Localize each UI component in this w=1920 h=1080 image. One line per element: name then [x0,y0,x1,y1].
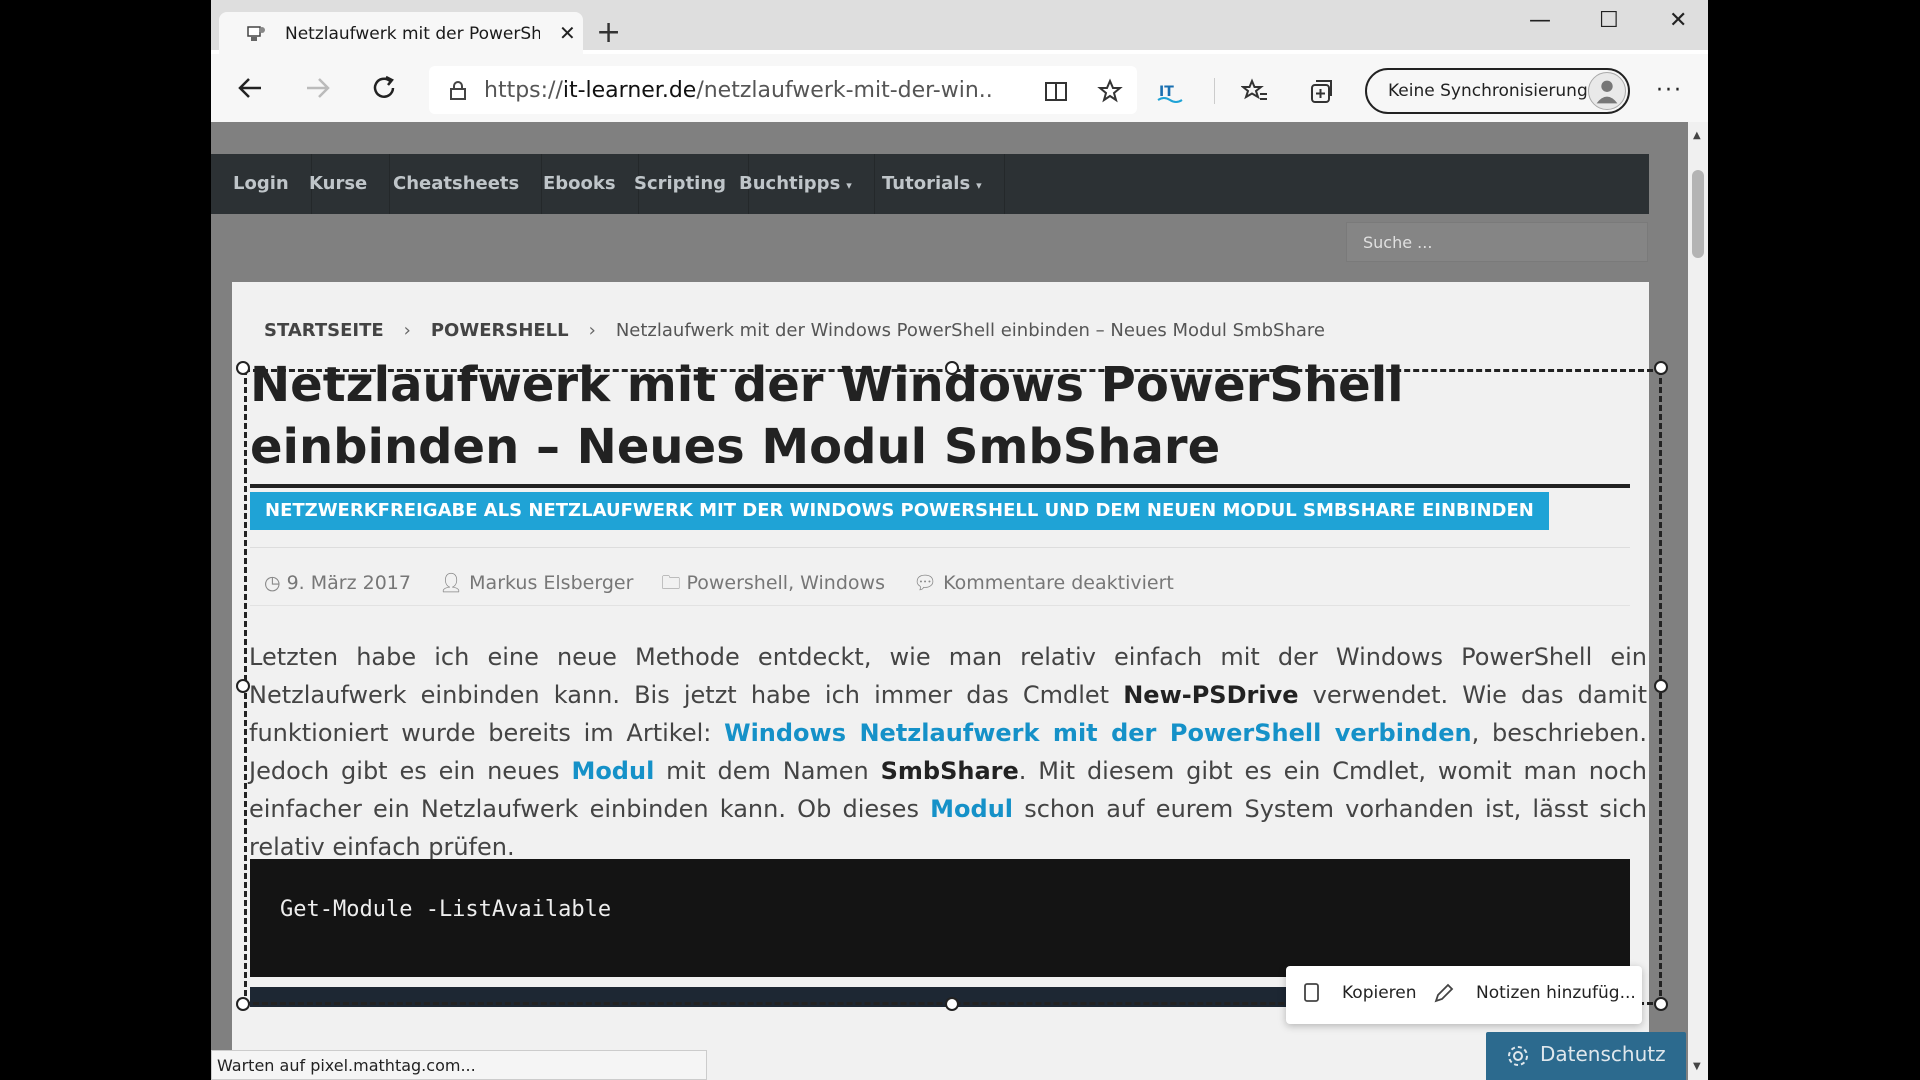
refresh-icon[interactable] [366,70,402,106]
avatar-icon [1596,80,1618,104]
tab-title: Netzlaufwerk mit der PowerShell [285,24,540,44]
site-favicon-icon [247,26,265,41]
scroll-down-icon[interactable]: ▼ [1693,1061,1701,1072]
window-close-button[interactable]: ✕ [1669,8,1687,33]
status-text: Warten auf pixel.mathtag.com... [217,1056,476,1075]
scrollbar[interactable]: ▲ ▼ [1688,122,1708,1080]
breadcrumb-home[interactable]: STARTSEITE [264,320,384,341]
nav-tutorials[interactable]: Tutorials ▾ [860,154,1005,214]
nav-cheatsheets[interactable]: Cheatsheets [371,154,543,214]
search-input[interactable] [1347,223,1647,261]
resize-handle[interactable] [1654,679,1668,693]
nav-buchtipps[interactable]: Buchtipps ▾ [717,154,875,214]
capture-menu: Kopieren Notizen hinzufüg... [1286,966,1642,1024]
breadcrumb-separator: › [588,320,596,341]
immersive-reader-icon[interactable] [1043,78,1071,106]
title-bar: Netzlaufwerk mit der PowerShell ✕ + — ☐ … [211,0,1708,54]
gear-icon [1508,1046,1528,1066]
breadcrumb-separator: › [403,320,411,341]
add-notes-button[interactable]: Notizen hinzufüg... [1476,983,1636,1003]
scrollbar-thumb[interactable] [1692,170,1704,258]
privacy-label: Datenschutz [1540,1042,1666,1066]
address-bar[interactable]: https://it-learner.de/netzlaufwerk-mit-d… [429,66,1137,114]
sync-button[interactable]: Keine Synchronisierung [1365,68,1630,114]
forward-icon[interactable] [299,70,335,106]
pen-icon[interactable] [1432,981,1454,1005]
tab-close-icon[interactable]: ✕ [559,21,576,45]
url-text[interactable]: https://it-learner.de/netzlaufwerk-mit-d… [484,78,994,103]
resize-handle[interactable] [236,997,250,1011]
resize-handle[interactable] [945,997,959,1011]
resize-handle[interactable] [236,679,250,693]
scroll-up-icon[interactable]: ▲ [1693,130,1701,141]
breadcrumb: STARTSEITE › POWERSHELL › Netzlaufwerk mit d… [264,320,1325,341]
resize-handle[interactable] [1654,361,1668,375]
more-options-icon[interactable]: ··· [1656,78,1683,103]
minimize-button[interactable]: — [1529,8,1551,33]
status-bar: Warten auf pixel.mathtag.com... [211,1050,707,1080]
copy-button[interactable]: Kopieren [1342,983,1417,1003]
sync-label: Keine Synchronisierung [1388,81,1588,101]
collections-icon[interactable] [1307,78,1335,106]
search-box [1346,222,1648,262]
copy-icon[interactable] [1300,981,1322,1005]
resize-handle[interactable] [945,361,959,375]
new-tab-button[interactable]: + [596,18,621,48]
browser-tab[interactable]: Netzlaufwerk mit der PowerShell ✕ [219,12,583,54]
maximize-button[interactable]: ☐ [1599,8,1619,33]
profile-avatar [1588,72,1626,110]
chevron-down-icon: ▾ [846,179,852,192]
add-favorite-icon[interactable] [1097,78,1125,106]
toolbar-divider [1214,78,1215,104]
resize-handle[interactable] [236,361,250,375]
breadcrumb-category[interactable]: POWERSHELL [431,320,569,341]
site-nav: Login Kurse Cheatsheets Ebooks Scripting… [211,154,1649,214]
capture-selection[interactable] [244,369,1662,1005]
back-icon[interactable] [233,70,269,106]
favorites-icon[interactable] [1241,78,1269,106]
resize-handle[interactable] [1654,997,1668,1011]
chevron-down-icon: ▾ [976,179,982,192]
extension-icon[interactable]: IT [1156,78,1184,106]
privacy-button[interactable]: Datenschutz [1486,1032,1686,1080]
breadcrumb-current: Netzlaufwerk mit der Windows PowerShell … [615,320,1325,341]
lock-icon[interactable] [449,80,467,100]
